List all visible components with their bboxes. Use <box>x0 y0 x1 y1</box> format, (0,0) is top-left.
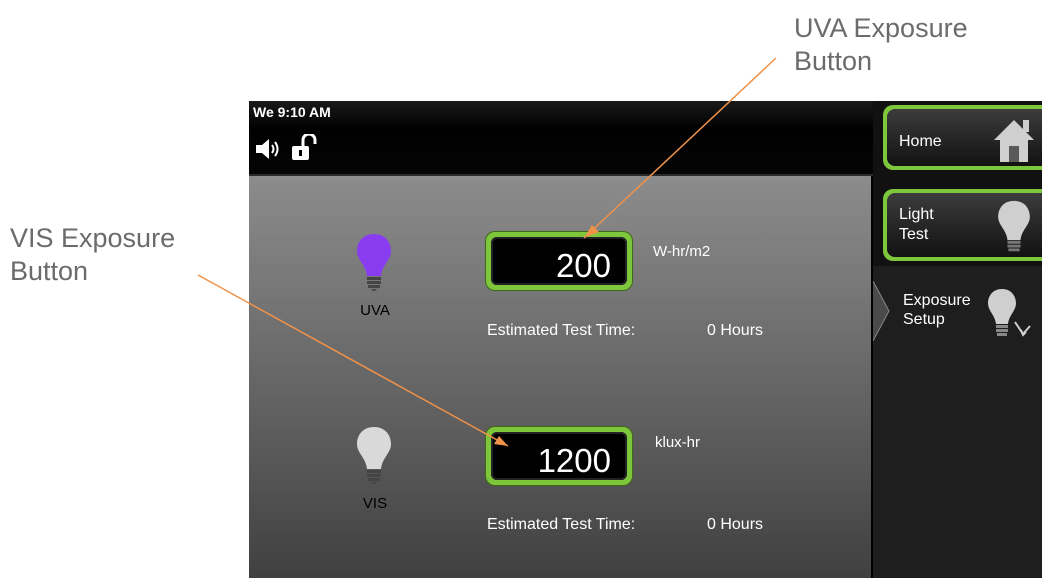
vis-est-time-value: 0 Hours <box>707 516 764 533</box>
vis-exposure-value: 1200 <box>537 442 611 479</box>
tab-home-label: Home <box>899 133 942 150</box>
uva-exposure-display: 200 <box>491 237 627 285</box>
uva-exposure-value: 200 <box>555 247 611 284</box>
tab-exposure-setup-line2: Setup <box>903 311 945 328</box>
vis-exposure-display: 1200 <box>491 432 627 480</box>
home-icon <box>994 120 1034 162</box>
uva-exposure-button[interactable]: 200 <box>486 232 632 290</box>
unlock-icon[interactable] <box>291 134 317 162</box>
vis-callout-line1: VIS Exposure <box>10 223 176 253</box>
uva-callout-line2: Button <box>794 46 873 76</box>
tab-light-test-line1: Light <box>899 206 934 223</box>
bulb-arrow-icon <box>988 289 1031 337</box>
clock-text: We 9:10 AM <box>253 104 331 120</box>
vis-unit: klux-hr <box>655 434 701 451</box>
tab-exposure-setup[interactable]: Exposure Setup <box>873 266 1042 578</box>
device-screen: We 9:10 AM UVA 200 W-hr/m2 Estimated Tes… <box>249 101 1042 578</box>
uva-label: UVA <box>360 302 390 319</box>
vis-callout-line2: Button <box>10 256 89 286</box>
bulb-icon <box>998 200 1030 252</box>
vis-exposure-button[interactable]: 1200 <box>486 427 632 485</box>
tab-light-test-line2: Test <box>899 226 929 243</box>
vis-bulb-icon <box>357 427 391 484</box>
uva-est-time-value: 0 Hours <box>707 322 764 339</box>
vis-callout-text: VIS Exposure Button <box>10 222 175 288</box>
uva-est-time-label: Estimated Test Time: <box>487 322 636 339</box>
tab-light-test[interactable]: Light Test <box>883 189 1042 261</box>
uva-bulb-icon <box>357 234 391 291</box>
exposure-setup-panel: UVA 200 W-hr/m2 Estimated Test Time: 0 H… <box>249 176 871 578</box>
vis-est-time-label: Estimated Test Time: <box>487 516 636 533</box>
vis-label: VIS <box>362 495 388 512</box>
tab-home[interactable]: Home <box>883 105 1042 170</box>
status-bar: We 9:10 AM <box>249 101 873 176</box>
sidebar: Home Light Test Exposure Setup <box>873 101 1042 578</box>
speaker-icon[interactable] <box>255 137 283 161</box>
active-tab-pointer <box>873 281 890 341</box>
uva-unit: W-hr/m2 <box>653 243 711 260</box>
tab-exposure-setup-line1: Exposure <box>903 292 971 309</box>
uva-callout-text: UVA Exposure Button <box>794 12 968 78</box>
uva-callout-line1: UVA Exposure <box>794 13 968 43</box>
